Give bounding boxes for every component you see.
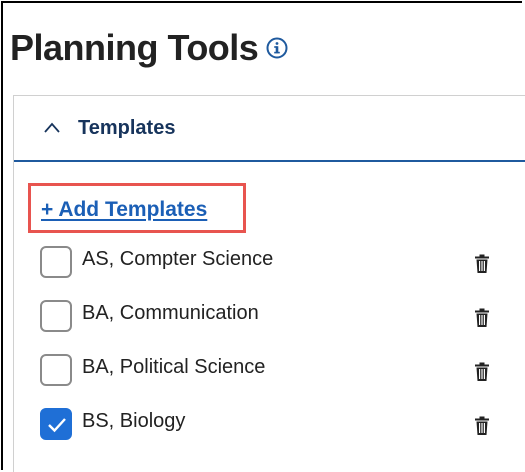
info-icon[interactable] bbox=[266, 37, 288, 59]
trash-icon[interactable] bbox=[474, 254, 490, 274]
checkmark-icon bbox=[48, 418, 66, 433]
template-row: BA, Political Science bbox=[40, 354, 500, 390]
templates-panel-title: Templates bbox=[78, 117, 176, 139]
template-label: AS, Compter Science bbox=[82, 248, 274, 270]
trash-icon[interactable] bbox=[474, 362, 490, 382]
template-checkbox[interactable] bbox=[40, 300, 72, 332]
chevron-up-icon bbox=[44, 120, 60, 136]
template-checkbox[interactable] bbox=[40, 354, 72, 386]
template-checkbox[interactable] bbox=[40, 408, 72, 440]
trash-icon[interactable] bbox=[474, 416, 490, 436]
template-label: BS, Biology bbox=[82, 410, 186, 432]
templates-panel-header[interactable]: Templates bbox=[14, 96, 525, 162]
template-label: BA, Political Science bbox=[82, 356, 266, 378]
page-title-row: Planning Tools bbox=[10, 28, 288, 68]
template-row: BA, Communication bbox=[40, 300, 500, 336]
template-row: BS, Biology bbox=[40, 408, 500, 444]
page-title: Planning Tools bbox=[10, 27, 259, 68]
template-row: AS, Compter Science bbox=[40, 246, 500, 282]
trash-icon[interactable] bbox=[474, 308, 490, 328]
template-checkbox[interactable] bbox=[40, 246, 72, 278]
add-templates-link[interactable]: + Add Templates bbox=[41, 197, 207, 223]
template-label: BA, Communication bbox=[82, 302, 259, 324]
